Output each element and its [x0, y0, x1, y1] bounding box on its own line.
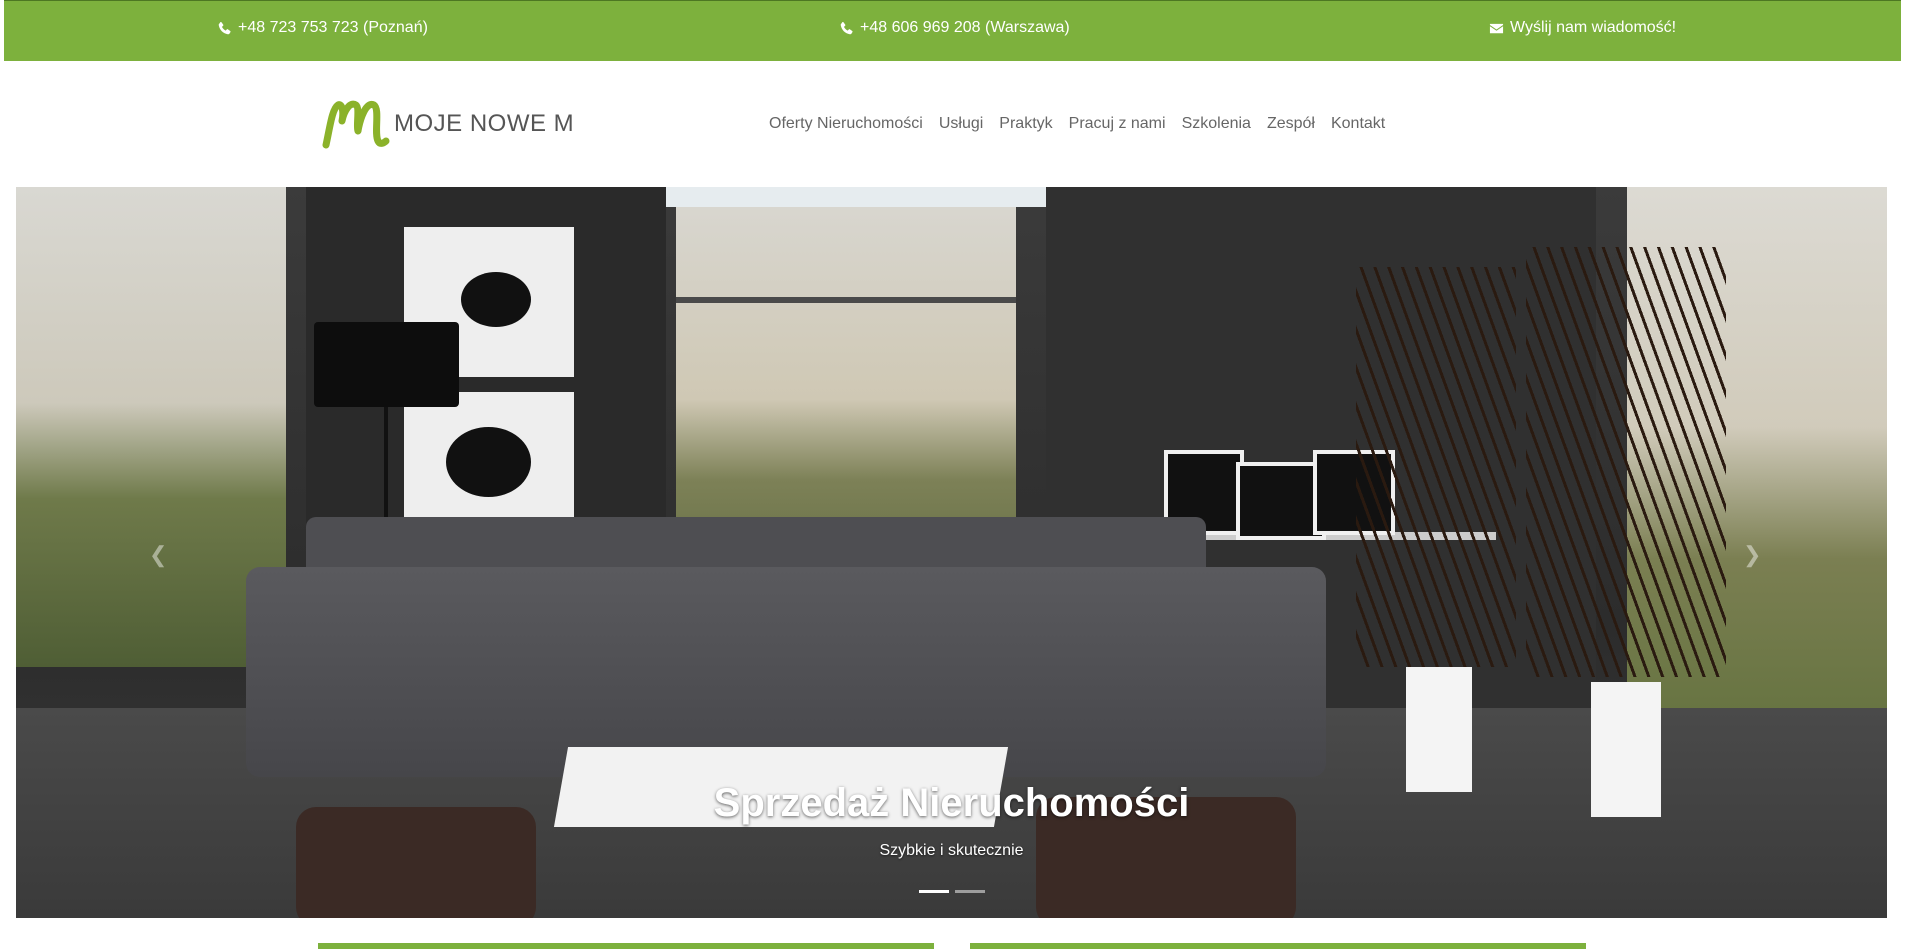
- nav-item-kontakt[interactable]: Kontakt: [1331, 115, 1385, 133]
- nav-item-pracuj[interactable]: Pracuj z nami: [1069, 115, 1166, 133]
- contact-phone-warszawa-text: +48 606 969 208 (Warszawa): [860, 19, 1070, 36]
- section-bar-left: [318, 943, 934, 949]
- nav-item-szkolenia[interactable]: Szkolenia: [1182, 115, 1251, 133]
- decorative-branches: [1526, 247, 1726, 677]
- white-vase: [1406, 667, 1472, 792]
- ink-splash: [446, 427, 531, 497]
- contact-phone-poznan[interactable]: +48 723 753 723 (Poznań): [217, 19, 428, 37]
- window-view-center: [676, 207, 1016, 557]
- window-frame-bar: [676, 297, 1016, 303]
- logo-m-icon: [322, 100, 390, 149]
- phone-icon: [840, 21, 853, 34]
- hero-slider[interactable]: ❮ ❯ Sprzedaż Nieruchomości Szybkie i sku…: [16, 187, 1887, 918]
- nav-item-praktyk[interactable]: Praktyk: [999, 115, 1052, 133]
- logo-text: MOJE NOWE M: [394, 110, 575, 137]
- site-logo[interactable]: MOJE NOWE M: [322, 97, 574, 151]
- contact-message-text: Wyślij nam wiadomość!: [1510, 19, 1677, 36]
- slider-indicators: [919, 890, 985, 893]
- ceiling: [666, 187, 1046, 207]
- slide-indicator-1[interactable]: [919, 890, 949, 893]
- decorative-branches: [1356, 267, 1516, 667]
- main-nav: Oferty Nieruchomości Usługi Praktyk Prac…: [769, 115, 1385, 133]
- slide-indicator-2[interactable]: [955, 890, 985, 893]
- chevron-left-icon[interactable]: ❮: [149, 542, 167, 568]
- contact-message-link[interactable]: Wyślij nam wiadomość!: [1489, 19, 1676, 37]
- hero-title: Sprzedaż Nieruchomości: [713, 781, 1190, 825]
- ink-splash: [461, 272, 531, 327]
- nav-item-uslugi[interactable]: Usługi: [939, 115, 983, 133]
- chevron-right-icon[interactable]: ❯: [1743, 542, 1761, 568]
- floor-lamp-shade: [314, 322, 459, 407]
- contact-phone-warszawa[interactable]: +48 606 969 208 (Warszawa): [839, 19, 1070, 37]
- hero-subtitle: Szybkie i skutecznie: [879, 842, 1024, 859]
- envelope-icon: [1489, 23, 1504, 33]
- phone-icon: [218, 21, 231, 34]
- nav-item-zespol[interactable]: Zespół: [1267, 115, 1315, 133]
- sofa: [246, 567, 1326, 777]
- site-header: MOJE NOWE M Oferty Nieruchomości Usługi …: [0, 61, 1905, 186]
- nav-item-oferty[interactable]: Oferty Nieruchomości: [769, 115, 923, 133]
- contact-phone-poznan-text: +48 723 753 723 (Poznań): [238, 19, 428, 36]
- top-contact-bar: +48 723 753 723 (Poznań) +48 606 969 208…: [4, 0, 1901, 61]
- section-bar-right: [970, 943, 1586, 949]
